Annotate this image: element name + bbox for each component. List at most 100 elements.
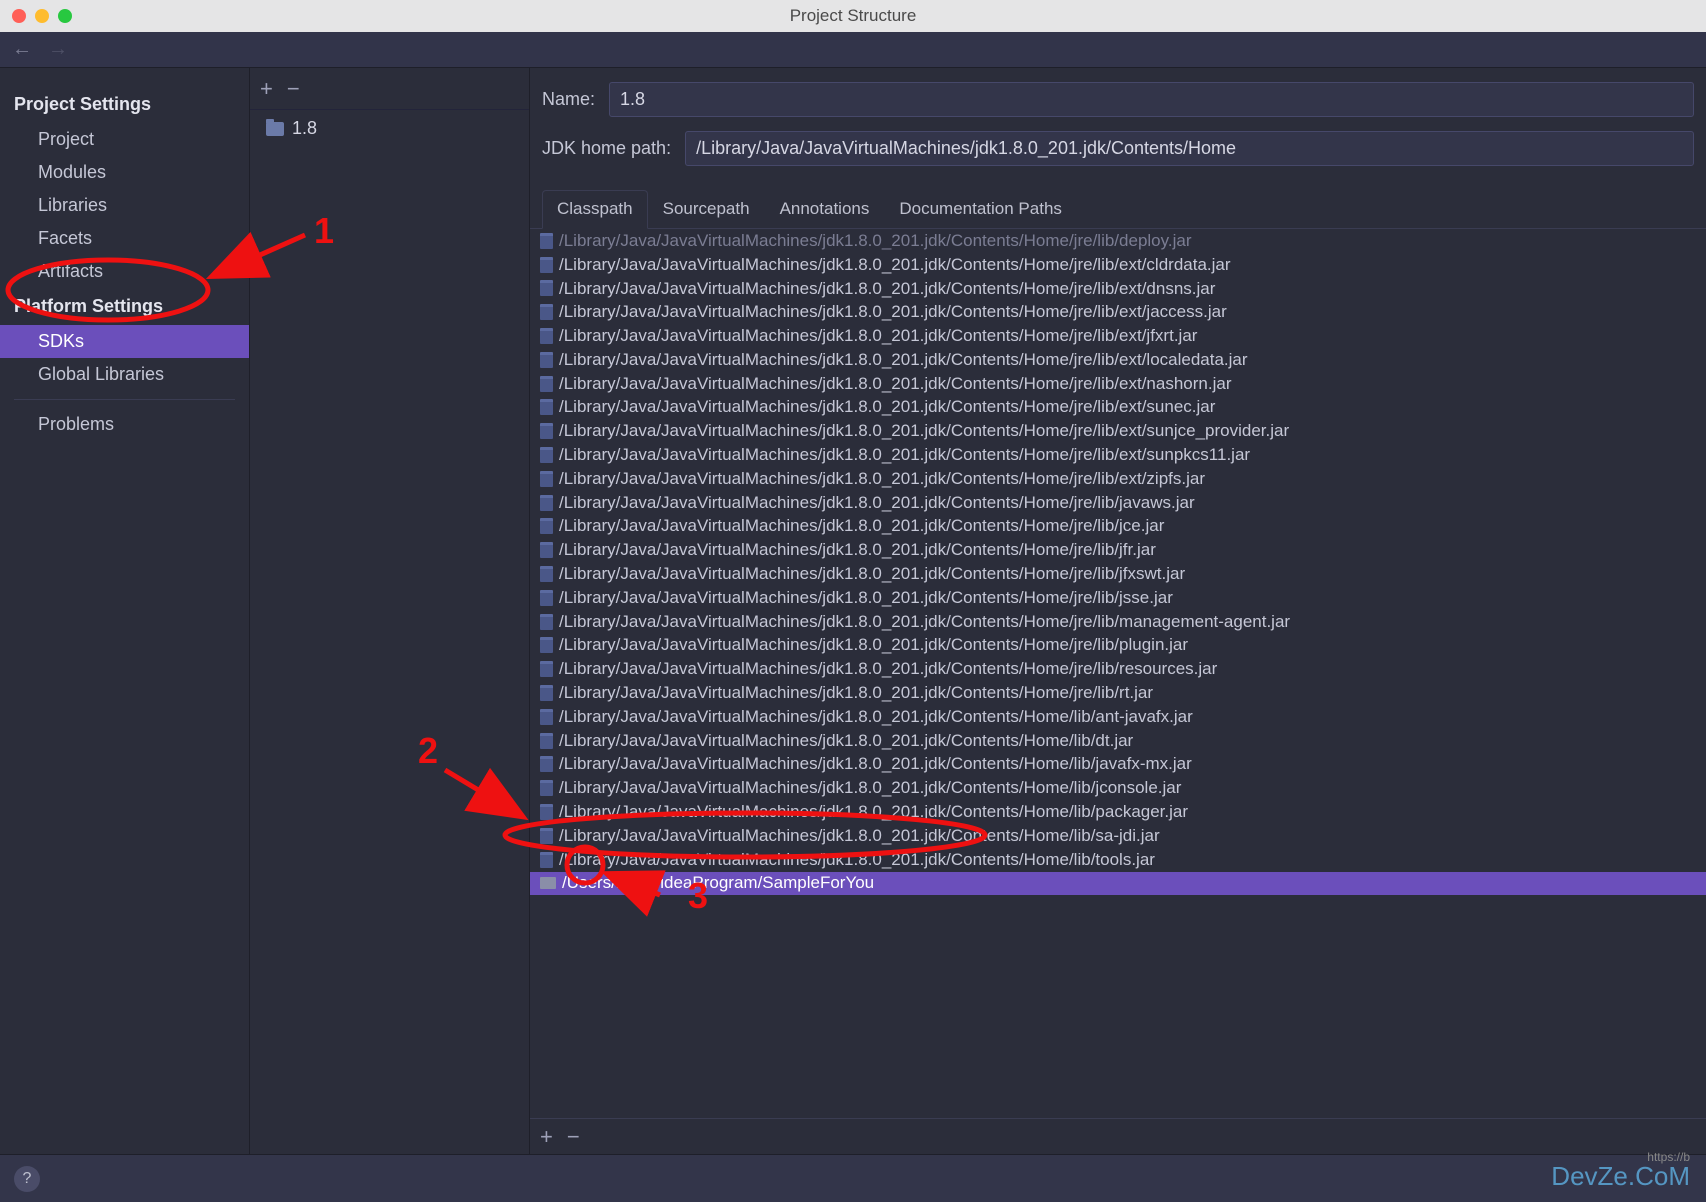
classpath-item[interactable]: /Library/Java/JavaVirtualMachines/jdk1.8… [530, 800, 1706, 824]
sidebar-item-modules[interactable]: Modules [0, 156, 249, 189]
classpath-item[interactable]: /Library/Java/JavaVirtualMachines/jdk1.8… [530, 729, 1706, 753]
classpath-item[interactable]: /Library/Java/JavaVirtualMachines/jdk1.8… [530, 229, 1706, 253]
classpath-item[interactable]: /Library/Java/JavaVirtualMachines/jdk1.8… [530, 491, 1706, 515]
classpath-item[interactable]: /Library/Java/JavaVirtualMachines/jdk1.8… [530, 562, 1706, 586]
minimize-window-icon[interactable] [35, 9, 49, 23]
jar-icon [540, 828, 553, 844]
jar-icon [540, 637, 553, 653]
classpath-item[interactable]: /Library/Java/JavaVirtualMachines/jdk1.8… [530, 657, 1706, 681]
jdk-home-input[interactable] [685, 131, 1694, 166]
classpath-item-path: /Library/Java/JavaVirtualMachines/jdk1.8… [559, 397, 1215, 417]
name-input[interactable] [609, 82, 1694, 117]
back-arrow-icon[interactable]: ← [12, 38, 32, 61]
classpath-item-path: /Library/Java/JavaVirtualMachines/jdk1.8… [559, 707, 1193, 727]
classpath-item-path: /Library/Java/JavaVirtualMachines/jdk1.8… [559, 279, 1215, 299]
classpath-item[interactable]: /Library/Java/JavaVirtualMachines/jdk1.8… [530, 419, 1706, 443]
sidebar-separator [14, 399, 235, 400]
classpath-item-path: /Library/Java/JavaVirtualMachines/jdk1.8… [559, 516, 1164, 536]
classpath-item[interactable]: /Library/Java/JavaVirtualMachines/jdk1.8… [530, 824, 1706, 848]
classpath-item-path: /Library/Java/JavaVirtualMachines/jdk1.8… [559, 754, 1192, 774]
tab-sourcepath[interactable]: Sourcepath [648, 190, 765, 228]
classpath-item-path: /Library/Java/JavaVirtualMachines/jdk1.8… [559, 635, 1188, 655]
classpath-item-path: /Library/Java/JavaVirtualMachines/jdk1.8… [559, 564, 1185, 584]
classpath-item[interactable]: /Library/Java/JavaVirtualMachines/jdk1.8… [530, 586, 1706, 610]
jar-icon [540, 852, 553, 868]
sidebar-header-platform: Platform Settings [0, 288, 249, 325]
classpath-item[interactable]: /Library/Java/JavaVirtualMachines/jdk1.8… [530, 467, 1706, 491]
jar-icon [540, 780, 553, 796]
jar-icon [540, 376, 553, 392]
sidebar-item-problems[interactable]: Problems [0, 408, 249, 441]
classpath-list[interactable]: /Library/Java/JavaVirtualMachines/jdk1.8… [530, 229, 1706, 1118]
add-classpath-icon[interactable]: + [540, 1124, 553, 1150]
classpath-item-path: /Library/Java/JavaVirtualMachines/jdk1.8… [559, 231, 1191, 251]
sidebar-item-artifacts[interactable]: Artifacts [0, 255, 249, 288]
classpath-item[interactable]: /Library/Java/JavaVirtualMachines/jdk1.8… [530, 848, 1706, 872]
classpath-item-path: /Library/Java/JavaVirtualMachines/jdk1.8… [559, 493, 1195, 513]
classpath-item[interactable]: /Library/Java/JavaVirtualMachines/jdk1.8… [530, 753, 1706, 777]
classpath-item[interactable]: /Users/Dash/ideaProgram/SampleForYou [530, 872, 1706, 896]
maximize-window-icon[interactable] [58, 9, 72, 23]
classpath-item-path: /Library/Java/JavaVirtualMachines/jdk1.8… [559, 540, 1156, 560]
sidebar-item-facets[interactable]: Facets [0, 222, 249, 255]
classpath-item[interactable]: /Library/Java/JavaVirtualMachines/jdk1.8… [530, 515, 1706, 539]
classpath-item[interactable]: /Library/Java/JavaVirtualMachines/jdk1.8… [530, 396, 1706, 420]
jar-icon [540, 661, 553, 677]
jar-icon [540, 542, 553, 558]
classpath-item[interactable]: /Library/Java/JavaVirtualMachines/jdk1.8… [530, 324, 1706, 348]
classpath-item-path: /Library/Java/JavaVirtualMachines/jdk1.8… [559, 802, 1188, 822]
classpath-item[interactable]: /Library/Java/JavaVirtualMachines/jdk1.8… [530, 372, 1706, 396]
jar-icon [540, 685, 553, 701]
remove-sdk-icon[interactable]: − [287, 76, 300, 102]
classpath-item[interactable]: /Library/Java/JavaVirtualMachines/jdk1.8… [530, 681, 1706, 705]
jar-icon [540, 352, 553, 368]
tab-documentation-paths[interactable]: Documentation Paths [884, 190, 1077, 228]
classpath-item[interactable]: /Library/Java/JavaVirtualMachines/jdk1.8… [530, 443, 1706, 467]
sdk-list-item[interactable]: 1.8 [250, 110, 529, 147]
classpath-item[interactable]: /Library/Java/JavaVirtualMachines/jdk1.8… [530, 300, 1706, 324]
classpath-item-path: /Library/Java/JavaVirtualMachines/jdk1.8… [559, 850, 1155, 870]
help-icon[interactable]: ? [14, 1166, 40, 1192]
jar-icon [540, 399, 553, 415]
classpath-item-path: /Library/Java/JavaVirtualMachines/jdk1.8… [559, 588, 1173, 608]
classpath-item[interactable]: /Library/Java/JavaVirtualMachines/jdk1.8… [530, 253, 1706, 277]
sidebar-item-sdks[interactable]: SDKs [0, 325, 249, 358]
classpath-item[interactable]: /Library/Java/JavaVirtualMachines/jdk1.8… [530, 277, 1706, 301]
sidebar: Project Settings ProjectModulesLibraries… [0, 68, 250, 1154]
tab-classpath[interactable]: Classpath [542, 190, 648, 229]
sidebar-item-global-libraries[interactable]: Global Libraries [0, 358, 249, 391]
jar-icon [540, 471, 553, 487]
jar-icon [540, 257, 553, 273]
classpath-item-path: /Library/Java/JavaVirtualMachines/jdk1.8… [559, 612, 1290, 632]
sidebar-item-libraries[interactable]: Libraries [0, 189, 249, 222]
watermark-brand: DevZe.CoM [1551, 1161, 1690, 1192]
window-title: Project Structure [790, 6, 917, 26]
classpath-item[interactable]: /Library/Java/JavaVirtualMachines/jdk1.8… [530, 776, 1706, 800]
sidebar-item-project[interactable]: Project [0, 123, 249, 156]
classpath-item-path: /Library/Java/JavaVirtualMachines/jdk1.8… [559, 421, 1289, 441]
add-sdk-icon[interactable]: + [260, 76, 273, 102]
jar-icon [540, 447, 553, 463]
sdk-list-panel: + − 1.8 [250, 68, 530, 1154]
titlebar: Project Structure [0, 0, 1706, 32]
classpath-item-path: /Library/Java/JavaVirtualMachines/jdk1.8… [559, 683, 1153, 703]
classpath-item[interactable]: /Library/Java/JavaVirtualMachines/jdk1.8… [530, 610, 1706, 634]
footer: ? [0, 1154, 1706, 1202]
forward-arrow-icon[interactable]: → [48, 38, 68, 61]
classpath-item-path: /Library/Java/JavaVirtualMachines/jdk1.8… [559, 731, 1133, 751]
jar-icon [540, 709, 553, 725]
classpath-item-path: /Library/Java/JavaVirtualMachines/jdk1.8… [559, 326, 1197, 346]
classpath-item-path: /Library/Java/JavaVirtualMachines/jdk1.8… [559, 469, 1205, 489]
tab-annotations[interactable]: Annotations [765, 190, 885, 228]
classpath-item[interactable]: /Library/Java/JavaVirtualMachines/jdk1.8… [530, 538, 1706, 562]
sidebar-header-project: Project Settings [0, 86, 249, 123]
classpath-item[interactable]: /Library/Java/JavaVirtualMachines/jdk1.8… [530, 348, 1706, 372]
close-window-icon[interactable] [12, 9, 26, 23]
jar-icon [540, 423, 553, 439]
classpath-item[interactable]: /Library/Java/JavaVirtualMachines/jdk1.8… [530, 634, 1706, 658]
remove-classpath-icon[interactable]: − [567, 1124, 580, 1150]
classpath-item[interactable]: /Library/Java/JavaVirtualMachines/jdk1.8… [530, 705, 1706, 729]
classpath-item-path: /Library/Java/JavaVirtualMachines/jdk1.8… [559, 374, 1231, 394]
classpath-item-path: /Library/Java/JavaVirtualMachines/jdk1.8… [559, 778, 1181, 798]
sdk-list-item-label: 1.8 [292, 118, 317, 139]
